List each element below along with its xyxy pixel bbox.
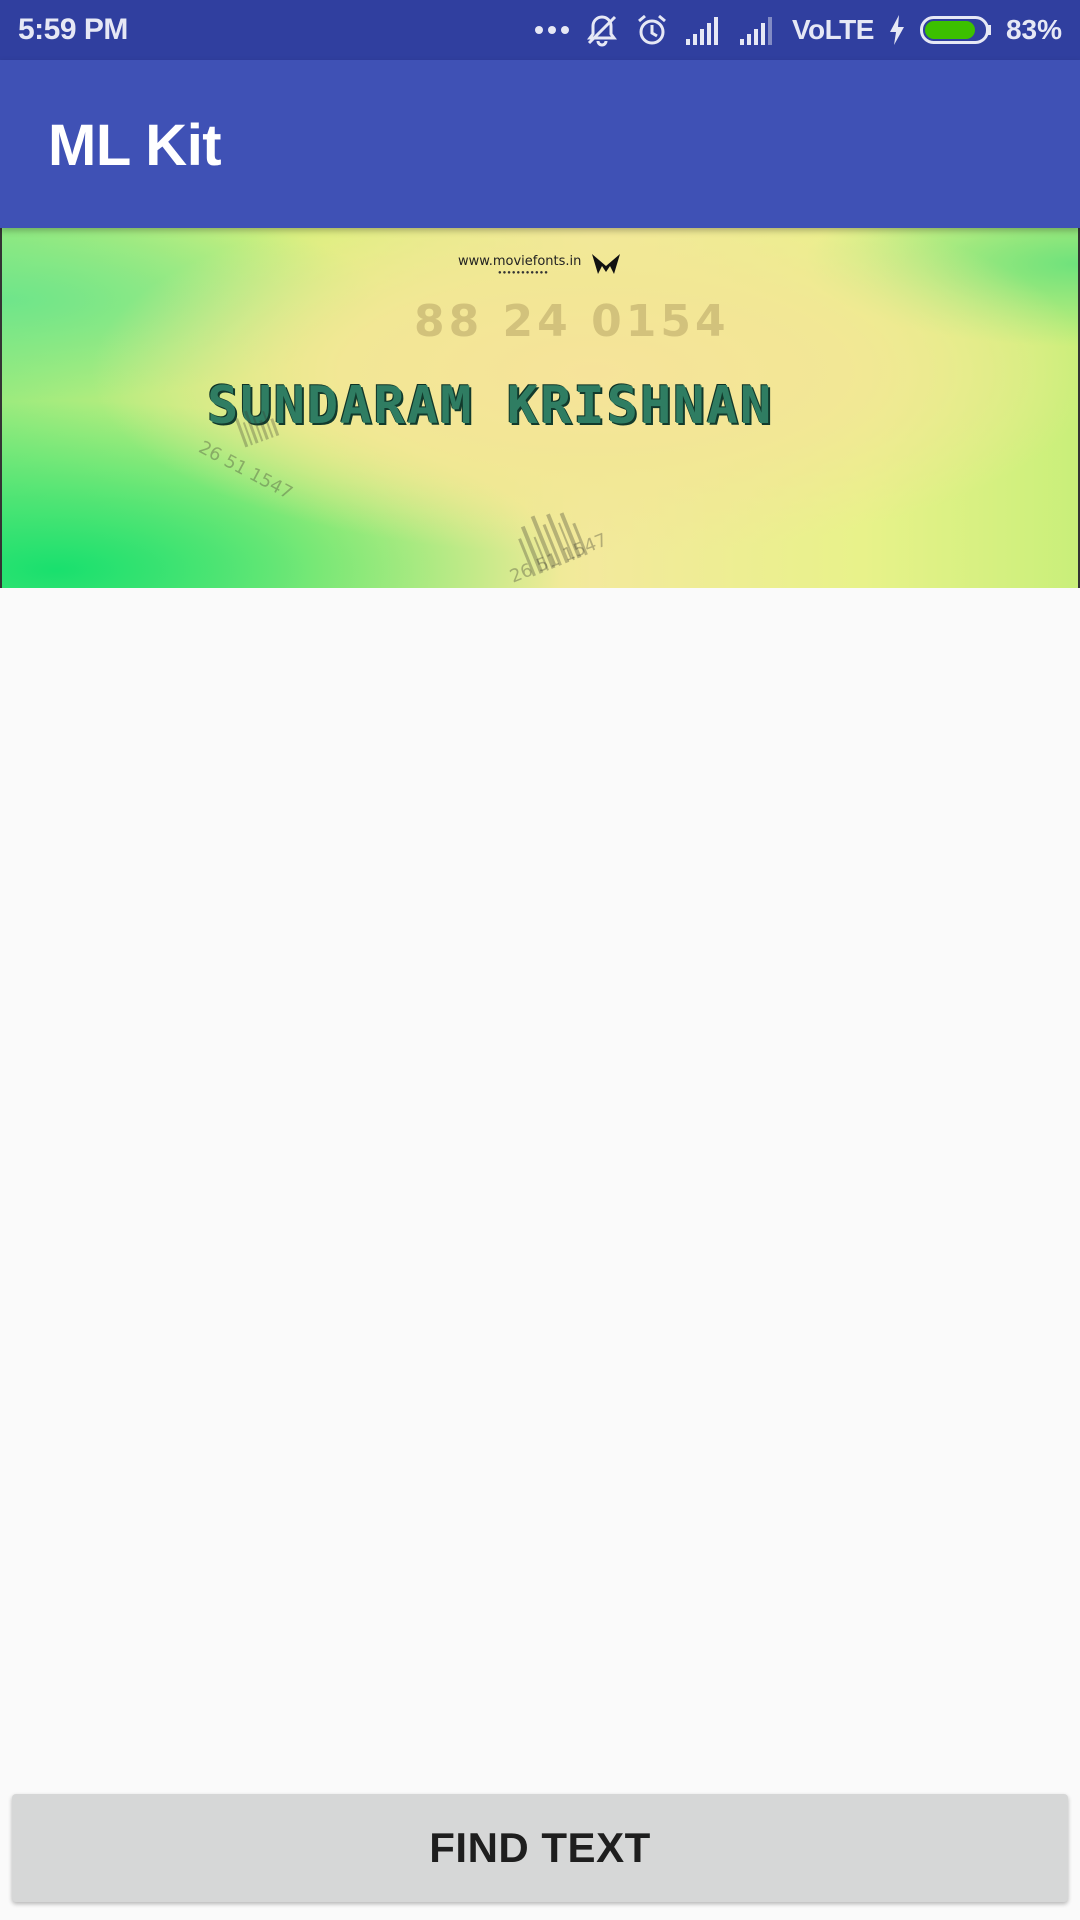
status-bar: 5:59 PM VoLTE 83%: [0, 0, 1080, 60]
find-text-button[interactable]: FIND TEXT: [12, 1794, 1068, 1902]
poster-url-text: www.moviefonts.in: [458, 254, 582, 269]
battery-percent: 83%: [1005, 14, 1062, 45]
barcode-graphic: [518, 512, 588, 577]
app-title: ML Kit: [48, 113, 222, 178]
poster-subtext: ●●●●●●●●●●●: [498, 270, 549, 276]
status-icons: VoLTE 83%: [534, 12, 1062, 48]
network-type-label: VoLTE: [791, 14, 875, 45]
poster-number-text: 88 24 0154: [414, 296, 730, 347]
status-time: 5:59 PM: [18, 13, 128, 46]
notifications-off-icon: [584, 12, 620, 48]
battery-icon: [919, 15, 992, 45]
more-dots-icon: [534, 24, 570, 36]
signal-icon: [738, 15, 778, 45]
moviefonts-logo-icon: [590, 250, 622, 283]
charging-bolt-icon: [888, 14, 906, 46]
alarm-icon: [634, 12, 670, 48]
selected-image: www.moviefonts.in ●●●●●●●●●●● 88 24 0154…: [0, 228, 1080, 588]
app-bar: ML Kit: [0, 60, 1080, 228]
signal-icon: [684, 15, 724, 45]
